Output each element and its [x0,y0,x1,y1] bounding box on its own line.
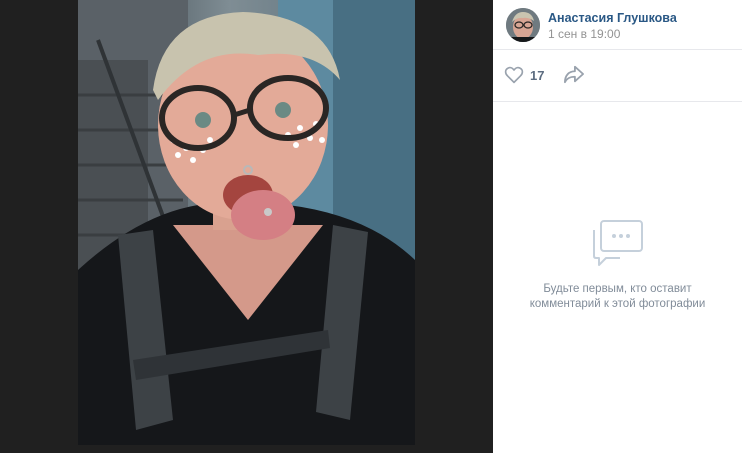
chat-bubble-icon [592,220,643,266]
avatar-image [506,8,540,42]
like-button[interactable]: 17 [504,64,544,86]
photo-viewer [0,0,493,453]
comments-empty-state: Будьте первым, кто оставит комментарий к… [493,218,742,312]
comments-empty-text: Будьте первым, кто оставит комментарий к… [493,282,742,312]
heart-icon [504,66,524,84]
comments-empty-line-2: комментарий к этой фотографии [529,298,706,310]
like-count: 17 [530,67,545,83]
photo-image [78,0,415,445]
post-sidebar: Анастасия Глушкова 1 сен в 19:00 17 Будь… [493,0,742,453]
share-arrow-icon [564,65,584,84]
author-header: Анастасия Глушкова 1 сен в 19:00 [493,0,742,50]
comments-empty-line-1: Будьте первым, кто оставит [543,283,692,295]
post-date[interactable]: 1 сен в 19:00 [548,27,620,41]
share-button[interactable] [563,64,587,86]
avatar[interactable] [506,8,540,42]
photo[interactable] [78,0,415,445]
post-actions: 17 [493,50,742,102]
author-name-link[interactable]: Анастасия Глушкова [548,11,677,25]
